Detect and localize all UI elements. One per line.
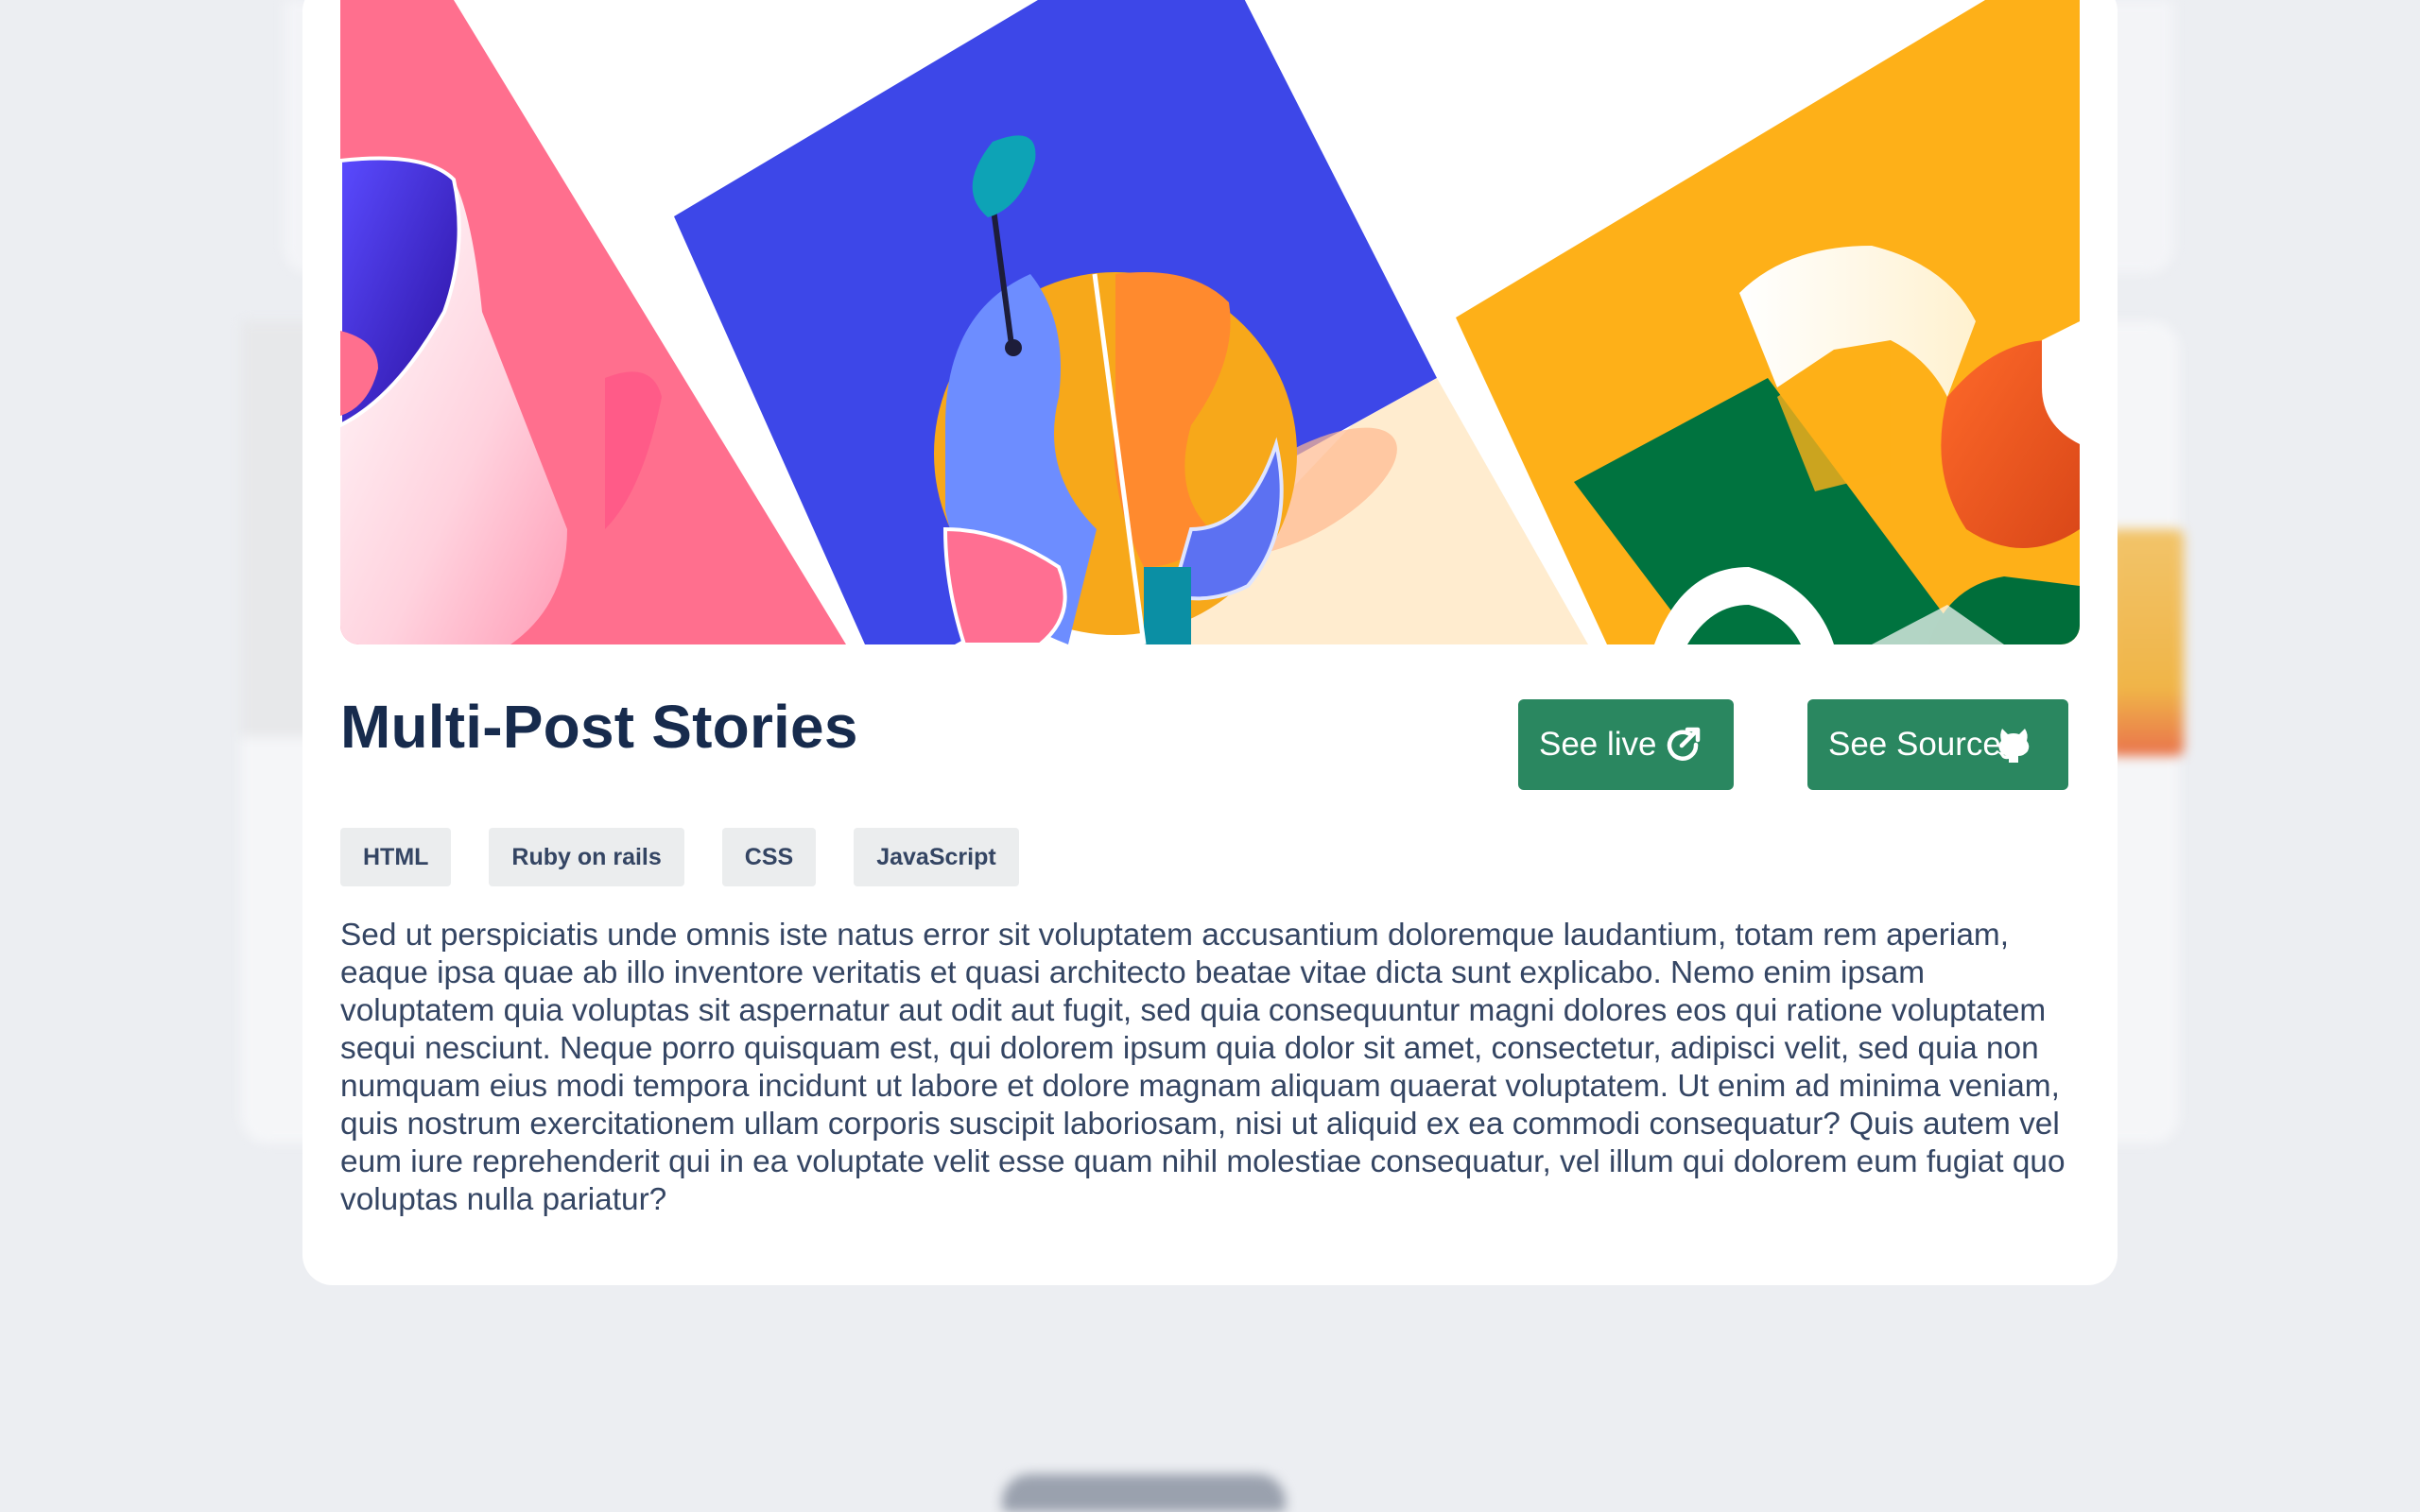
tag-javascript: JavaScript bbox=[854, 828, 1019, 886]
see-live-button[interactable]: See live bbox=[1518, 699, 1734, 790]
tag-ruby-on-rails: Ruby on rails bbox=[489, 828, 684, 886]
project-detail-modal: Multi-Post Stories See live See Source H… bbox=[302, 0, 2118, 1285]
see-source-button[interactable]: See Source bbox=[1807, 699, 2068, 790]
project-description: Sed ut perspiciatis unde omnis iste natu… bbox=[340, 918, 2066, 1217]
tag-css: CSS bbox=[721, 828, 817, 886]
hero-illustration bbox=[340, 0, 2080, 644]
external-link-icon bbox=[1663, 725, 1703, 765]
github-icon bbox=[1994, 725, 2033, 765]
background-section-heading bbox=[1002, 1474, 1286, 1512]
see-source-label: See Source bbox=[1828, 726, 2001, 763]
project-hero-image bbox=[340, 0, 2080, 644]
tag-html: HTML bbox=[340, 828, 452, 886]
background-thumbnail bbox=[2108, 529, 2184, 756]
project-title: Multi-Post Stories bbox=[340, 693, 858, 761]
see-live-label: See live bbox=[1539, 726, 1657, 763]
technology-tags: HTML Ruby on rails CSS JavaScript bbox=[340, 828, 1019, 886]
